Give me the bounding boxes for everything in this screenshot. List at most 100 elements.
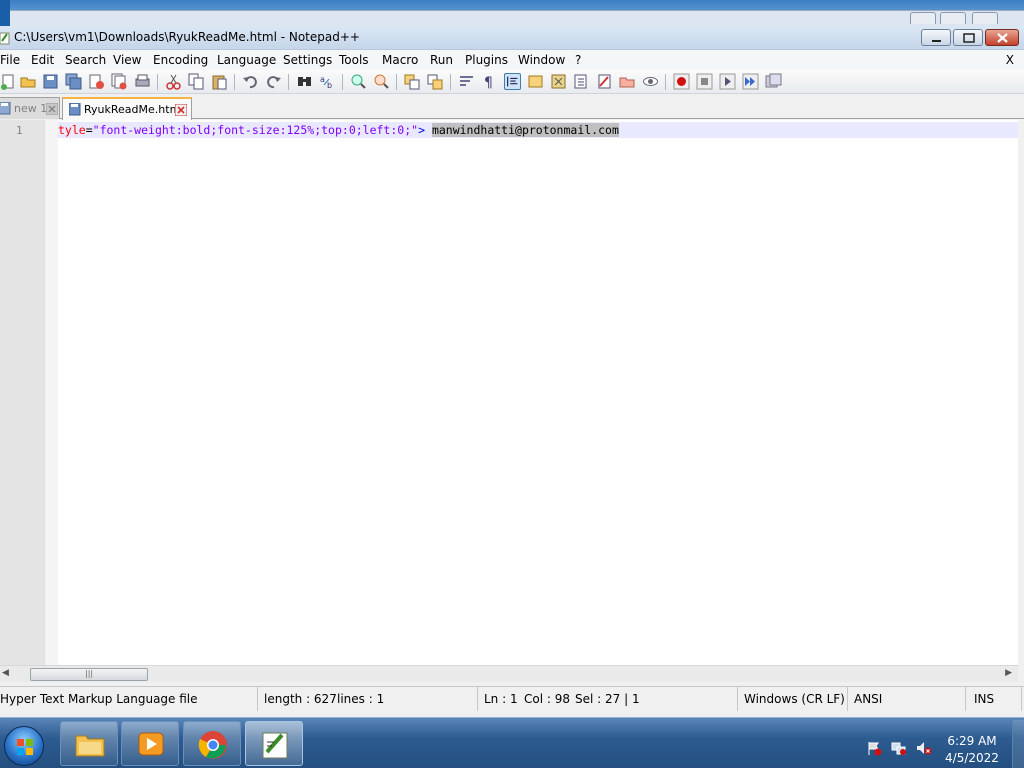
play-macro-icon[interactable] [719, 73, 736, 90]
svg-text:¶: ¶ [484, 75, 493, 90]
menu-file[interactable]: File [0, 53, 20, 67]
paste-icon[interactable] [211, 73, 228, 90]
print-icon[interactable] [134, 73, 151, 90]
taskbar-chrome-button[interactable] [183, 721, 241, 766]
menu-search[interactable]: Search [65, 53, 106, 67]
menu-language[interactable]: Language [217, 53, 276, 67]
taskbar-explorer-button[interactable] [60, 721, 118, 766]
scroll-right-icon[interactable]: ▶ [1005, 668, 1012, 678]
document-map-icon[interactable] [550, 73, 567, 90]
run-macro-multiple-icon[interactable] [742, 73, 759, 90]
toolbar-separator [665, 74, 666, 90]
tab-close-icon[interactable] [175, 104, 187, 116]
folder-as-workspace-icon[interactable] [596, 73, 613, 90]
copy-icon[interactable] [188, 73, 205, 90]
chrome-icon [198, 731, 227, 759]
show-all-characters-icon[interactable]: ¶ [481, 73, 498, 90]
menu-help[interactable]: ? [575, 53, 581, 67]
close-file-icon[interactable] [88, 73, 105, 90]
code-tag-close: > [418, 123, 425, 137]
menu-encoding[interactable]: Encoding [153, 53, 208, 67]
save-icon[interactable] [42, 73, 59, 90]
folder-icon [75, 735, 105, 757]
zoom-out-icon[interactable] [373, 73, 390, 90]
tab-close-icon[interactable] [46, 103, 58, 115]
minimize-icon [932, 40, 941, 42]
menu-tools[interactable]: Tools [339, 53, 369, 67]
status-insert-mode[interactable]: INS [966, 687, 1022, 711]
status-lines: lines : 1 [330, 687, 478, 711]
status-length: length : 627 [264, 692, 337, 706]
code-line[interactable]: tyle="font-weight:bold;font-size:125%;to… [58, 123, 619, 137]
tab-label: RyukReadMe.html [84, 103, 184, 116]
taskbar-media-player-button[interactable] [121, 721, 179, 766]
volume-muted-icon[interactable] [916, 740, 932, 756]
taskbar-notepadpp-button[interactable] [245, 721, 303, 766]
status-encoding[interactable]: ANSI [848, 687, 966, 711]
menu-run[interactable]: Run [430, 53, 453, 67]
zoom-in-icon[interactable] [350, 73, 367, 90]
tab-ryukreadme-html[interactable]: RyukReadMe.html [62, 97, 192, 120]
open-file-icon[interactable] [20, 73, 37, 90]
cut-icon[interactable] [165, 73, 182, 90]
status-eol[interactable]: Windows (CR LF) [738, 687, 848, 711]
fold-margin[interactable] [44, 120, 58, 665]
line-number-gutter[interactable]: 1 [0, 120, 44, 665]
action-center-flag-icon[interactable] [866, 740, 882, 756]
monitoring-eye-icon[interactable] [642, 73, 659, 90]
show-desktop-button[interactable] [1012, 720, 1024, 768]
horizontal-scrollbar[interactable]: ◀ ||| ▶ [0, 665, 1018, 682]
folder-icon[interactable] [619, 73, 636, 90]
new-file-icon[interactable] [0, 73, 17, 90]
background-maximize-button[interactable] [940, 12, 966, 24]
tab-new-1[interactable]: new 1 [0, 97, 60, 119]
minimize-button[interactable] [921, 29, 951, 46]
editor-area[interactable]: 1 tyle="font-weight:bold;font-size:125%;… [0, 120, 1020, 700]
window-title: C:\Users\vm1\Downloads\RyukReadMe.html -… [14, 30, 360, 44]
sync-vertical-icon[interactable] [404, 73, 421, 90]
menu-macro[interactable]: Macro [382, 53, 418, 67]
close-document-button[interactable]: X [1006, 53, 1014, 67]
status-col: Col : 98 [524, 692, 570, 706]
save-macro-icon[interactable] [765, 73, 782, 90]
menu-view[interactable]: View [113, 53, 141, 67]
start-button[interactable] [4, 726, 44, 766]
record-macro-icon[interactable] [673, 73, 690, 90]
menu-settings[interactable]: Settings [283, 53, 332, 67]
background-window [10, 0, 1024, 26]
menu-edit[interactable]: Edit [31, 53, 54, 67]
status-sel: Sel : 27 | 1 [572, 687, 738, 711]
windows-logo-icon [17, 739, 33, 755]
title-bar[interactable]: C:\Users\vm1\Downloads\RyukReadMe.html -… [0, 26, 1024, 50]
background-close-button[interactable] [972, 12, 998, 24]
saved-file-icon [0, 102, 11, 115]
redo-icon[interactable] [265, 73, 282, 90]
stop-macro-icon[interactable] [696, 73, 713, 90]
toolbar: ab ¶ [0, 70, 1024, 94]
network-icon[interactable] [891, 740, 907, 756]
taskbar: 6:29 AM 4/5/2022 [0, 717, 1024, 768]
status-bar: Hyper Text Markup Language file length :… [0, 686, 1024, 711]
maximize-button[interactable] [953, 29, 983, 46]
system-clock[interactable]: 6:29 AM 4/5/2022 [942, 733, 1002, 767]
sync-horizontal-icon[interactable] [427, 73, 444, 90]
svg-text:b: b [327, 81, 332, 90]
notepadpp-icon [262, 732, 288, 759]
undo-icon[interactable] [242, 73, 259, 90]
indent-guide-icon[interactable] [504, 73, 521, 90]
user-defined-language-icon[interactable] [527, 73, 544, 90]
scroll-left-icon[interactable]: ◀ [2, 668, 9, 678]
close-all-icon[interactable] [111, 73, 128, 90]
scrollbar-thumb[interactable]: ||| [30, 668, 148, 681]
background-minimize-button[interactable] [910, 12, 936, 24]
close-button[interactable] [985, 29, 1019, 46]
menu-window[interactable]: Window [518, 53, 565, 67]
function-list-icon[interactable] [573, 73, 590, 90]
find-icon[interactable] [296, 73, 313, 90]
notepadpp-window: C:\Users\vm1\Downloads\RyukReadMe.html -… [0, 26, 1024, 717]
word-wrap-icon[interactable] [458, 73, 475, 90]
background-window-titlebar[interactable] [10, 10, 1024, 26]
replace-icon[interactable]: ab [319, 73, 336, 90]
save-all-icon[interactable] [65, 73, 82, 90]
menu-plugins[interactable]: Plugins [465, 53, 508, 67]
